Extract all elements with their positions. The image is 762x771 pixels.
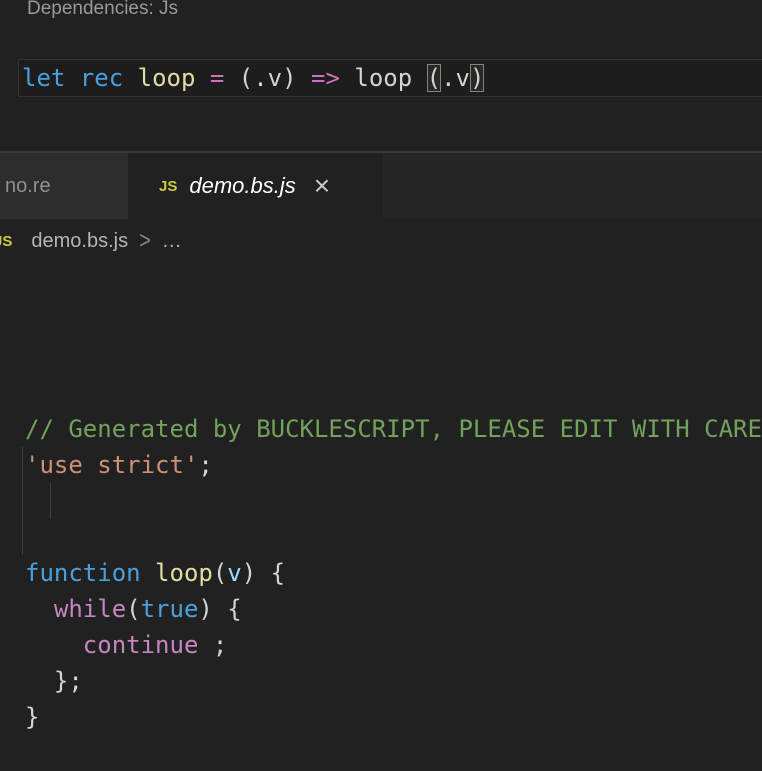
breadcrumb-file[interactable]: demo.bs.js <box>31 230 128 253</box>
code-line <box>25 519 762 555</box>
code-token: ; <box>198 631 227 659</box>
code-token: (.v) <box>224 64 311 92</box>
code-token: ( <box>427 64 441 92</box>
tab-label: demo.bs.js <box>189 173 295 199</box>
code-token <box>123 64 137 92</box>
close-tab-icon[interactable]: × <box>314 176 330 196</box>
code-token <box>65 64 79 92</box>
code-token <box>141 559 155 587</box>
indent-guide <box>50 483 51 519</box>
code-token: ( <box>213 559 227 587</box>
code-line <box>25 483 762 519</box>
code-token: = <box>210 64 224 92</box>
code-token <box>25 595 54 623</box>
code-token: function <box>25 559 141 587</box>
code-line: continue ; <box>25 627 762 663</box>
code-token <box>195 64 209 92</box>
javascript-file-icon: JS <box>0 233 12 250</box>
code-token: loop <box>155 559 213 587</box>
code-token: ) <box>470 64 484 92</box>
hover-code-line: let rec loop = (.v) => loop (.v) <box>22 60 484 96</box>
code-token: 'use strict' <box>25 451 198 479</box>
breadcrumb: JS demo.bs.js > … <box>0 219 762 263</box>
chevron-right-icon: > <box>139 227 151 256</box>
code-token: ( <box>126 595 140 623</box>
tab-demo-bs-js[interactable]: JS demo.bs.js × <box>128 153 383 219</box>
code-lines: // Generated by BUCKLESCRIPT, PLEASE EDI… <box>25 411 762 735</box>
code-token: while <box>54 595 126 623</box>
code-token: } <box>25 703 39 731</box>
code-token: => <box>311 64 340 92</box>
code-token: }; <box>25 667 83 695</box>
code-token: loop <box>340 64 427 92</box>
code-line: function loop(v) { <box>25 555 762 591</box>
tab-demo-re[interactable]: no.re <box>0 153 128 219</box>
code-line: while(true) { <box>25 591 762 627</box>
tab-label: no.re <box>5 175 51 198</box>
code-token: ) { <box>198 595 241 623</box>
code-token: let <box>22 64 65 92</box>
code-line: 'use strict'; <box>25 447 762 483</box>
code-token: .v <box>441 64 470 92</box>
code-token: v <box>227 559 241 587</box>
code-token: rec <box>80 64 123 92</box>
javascript-file-icon: JS <box>159 178 177 195</box>
hover-code-box: let rec loop = (.v) => loop (.v) <box>18 59 762 97</box>
indent-guide <box>22 447 23 555</box>
code-token: // Generated by BUCKLESCRIPT, PLEASE EDI… <box>25 415 762 443</box>
code-token <box>25 631 83 659</box>
tab-strip: no.re JS demo.bs.js × <box>0 151 762 219</box>
code-editor[interactable]: // Generated by BUCKLESCRIPT, PLEASE EDI… <box>0 263 762 612</box>
code-token: ; <box>198 451 212 479</box>
code-line: // Generated by BUCKLESCRIPT, PLEASE EDI… <box>25 411 762 447</box>
code-line: }; <box>25 663 762 699</box>
code-token: true <box>141 595 199 623</box>
dependencies-label: Dependencies: Js <box>27 0 178 22</box>
code-token: ) { <box>242 559 285 587</box>
breadcrumb-symbol-ellipsis[interactable]: … <box>162 230 183 253</box>
code-token: loop <box>138 64 196 92</box>
code-line: } <box>25 699 762 735</box>
code-token: continue <box>83 631 199 659</box>
